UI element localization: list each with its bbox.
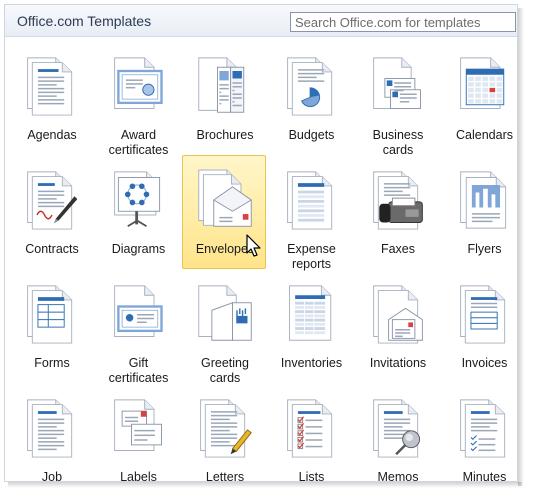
template-category-label: Faxes [380,242,416,256]
template-category-label: Greeting cards [201,356,249,385]
template-category-label: Agendas [27,128,77,142]
template-category-label: Gift certificates [108,356,169,385]
template-category-label: Memos [377,470,419,482]
flyer-icon [459,171,506,229]
template-category-label: Budgets [288,128,335,142]
list-icon [286,399,332,458]
template-category-memos[interactable]: Memos [355,383,439,482]
template-category-label: Lists [298,470,325,482]
memo-icon [373,399,421,458]
template-category-flyers[interactable]: Flyers [442,155,518,269]
template-category-forms[interactable]: Forms [9,269,93,383]
template-category-business-cards[interactable]: Business cards [355,41,439,157]
minutes-icon [459,399,505,458]
template-category-award-certificates[interactable]: Award certificates [96,41,180,157]
invitation-icon [373,285,423,344]
template-category-invitations[interactable]: Invitations [355,269,439,383]
form-icon [27,285,73,344]
inventory-icon [288,285,331,341]
template-category-label: Diagrams [111,242,166,256]
search-input[interactable] [290,12,516,32]
template-category-label: Invitations [369,356,427,370]
template-category-label: Calendars [456,128,513,142]
template-category-label: Invoices [461,356,508,370]
template-category-expense-reports[interactable]: Expense reports [269,155,353,271]
window-shadow-right [518,8,524,486]
award-certificate-icon [113,57,163,109]
template-category-labels[interactable]: Labels [96,383,180,482]
gift-certificate-icon [113,285,163,337]
template-category-label: Forms [34,356,70,370]
template-category-letters[interactable]: Letters [182,383,266,482]
template-category-label: Business cards [372,128,424,157]
expense-report-icon [286,171,332,230]
template-category-agendas[interactable]: Agendas [9,41,93,155]
template-category-greeting-cards[interactable]: Greeting cards [182,269,266,385]
template-category-label: Job descriptions [41,470,63,482]
fax-icon [373,171,423,230]
page-title: Office.com Templates [17,13,152,29]
agenda-icon [27,57,73,116]
template-category-diagrams[interactable]: Diagrams [96,155,180,269]
templates-header: Office.com Templates [5,5,517,37]
template-category-grid: Agendas Award certificates Brochures Bud… [5,38,518,482]
template-category-job-descriptions[interactable]: Job descriptions [9,383,93,482]
diagram-icon [113,171,160,228]
window-shadow-bottom [8,482,522,488]
template-category-minutes[interactable]: Minutes [442,383,518,482]
template-category-label: Contracts [25,242,79,256]
contract-icon [27,171,78,230]
template-category-label: Inventories [280,356,343,370]
template-category-label: Flyers [467,242,502,256]
greeting-card-icon [198,285,252,341]
budget-icon [286,57,332,116]
template-category-label: Award certificates [108,128,169,157]
template-category-budgets[interactable]: Budgets [269,41,353,155]
template-category-gift-certificates[interactable]: Gift certificates [96,269,180,385]
template-category-invoices[interactable]: Invoices [442,269,518,383]
job-description-icon [27,399,73,458]
template-category-label: Brochures [196,128,254,142]
template-category-label: Labels [120,470,157,482]
template-category-lists[interactable]: Lists [269,383,353,482]
brochure-icon [198,57,245,113]
template-category-brochures[interactable]: Brochures [182,41,266,155]
template-category-calendars[interactable]: Calendars [442,41,518,155]
template-category-label: Expense reports [287,242,336,271]
envelope-icon [198,169,253,227]
calendar-icon [459,57,504,109]
label-icon [113,399,162,451]
business-card-icon [373,57,421,109]
template-category-faxes[interactable]: Faxes [355,155,439,269]
template-category-label: Letters [205,470,245,482]
invoice-icon [459,285,505,344]
mouse-pointer-icon [246,234,261,257]
template-category-label: Minutes [462,470,507,482]
template-category-inventories[interactable]: Inventories [269,269,353,383]
template-category-contracts[interactable]: Contracts [9,155,93,269]
letter-icon [200,399,252,458]
